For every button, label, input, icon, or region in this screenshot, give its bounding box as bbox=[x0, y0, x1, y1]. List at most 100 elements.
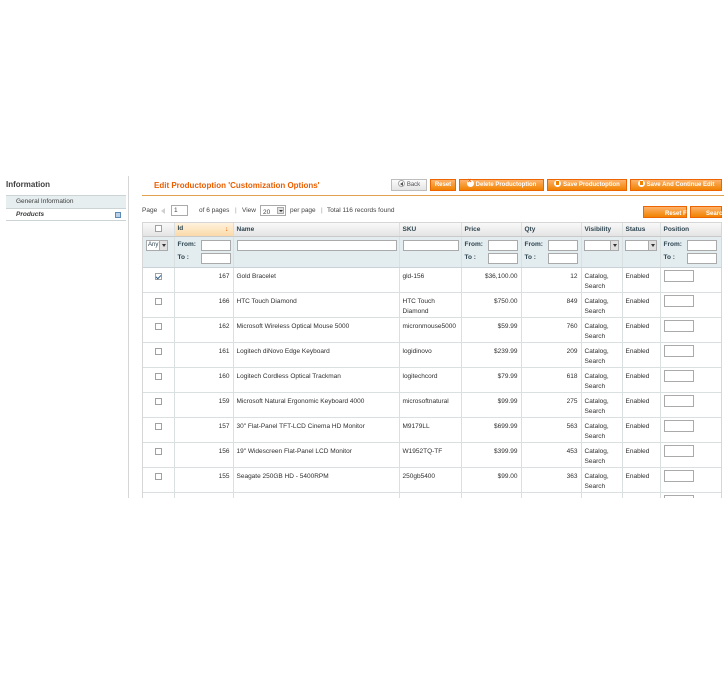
delete-productoption-button[interactable]: Delete Productoption bbox=[459, 177, 544, 191]
row-sku: micronmouse5000 bbox=[399, 317, 462, 343]
select-all-checkbox[interactable] bbox=[154, 225, 162, 233]
position-input[interactable] bbox=[663, 469, 694, 482]
table-row[interactable]: 154Seagate 500GB HD - 5400RPM500gb5400$2… bbox=[143, 492, 721, 498]
per-page-select[interactable]: 20 bbox=[260, 205, 286, 216]
row-checkbox[interactable] bbox=[154, 397, 162, 405]
header-id[interactable]: Id ↓ bbox=[174, 223, 234, 237]
row-checkbox[interactable] bbox=[154, 472, 162, 480]
products-grid: Id ↓ Name SKU Price Qty Visibility Status… bbox=[142, 222, 722, 498]
sidebar-title: Information bbox=[6, 180, 50, 189]
header-name[interactable]: Name bbox=[233, 223, 400, 237]
page-number-input[interactable]: 1 bbox=[171, 205, 188, 216]
row-position-cell bbox=[660, 367, 721, 393]
filter-sku-input[interactable] bbox=[402, 239, 459, 251]
row-sku: 250gb5400 bbox=[399, 467, 462, 493]
row-status: Enabled bbox=[622, 292, 661, 318]
page-title: Edit Productoption 'Customization Option… bbox=[154, 181, 320, 190]
table-row[interactable]: 155 Seagate 250GB HD - 5400RPM 250gb5400 $9… bbox=[143, 467, 721, 493]
table-row[interactable]: 160 Logitech Cordless Optical Trackman log… bbox=[143, 367, 721, 393]
filter-status-select[interactable] bbox=[624, 239, 657, 251]
per-page-value: 20 bbox=[263, 209, 271, 216]
filter-name-input[interactable] bbox=[236, 239, 397, 251]
filter-select-cell: Any bbox=[143, 236, 175, 268]
row-select-cell bbox=[143, 292, 175, 318]
filter-id-to-input[interactable] bbox=[200, 252, 231, 264]
filter-price-from-input[interactable] bbox=[487, 239, 518, 251]
position-input[interactable] bbox=[663, 369, 694, 382]
row-checkbox[interactable] bbox=[154, 372, 162, 380]
position-input[interactable] bbox=[663, 344, 694, 357]
row-checkbox[interactable] bbox=[154, 347, 162, 355]
position-input[interactable] bbox=[663, 294, 694, 307]
chevron-down-icon bbox=[277, 207, 284, 214]
row-visibility: Catalog, Search bbox=[581, 417, 623, 443]
row-checkbox[interactable] bbox=[154, 272, 162, 280]
filter-position-cell: From: To : bbox=[660, 236, 721, 268]
position-input[interactable] bbox=[663, 494, 694, 498]
row-select-cell bbox=[143, 442, 175, 468]
reset-filter-button[interactable]: Reset Filter bbox=[643, 206, 698, 218]
previous-page-icon[interactable] bbox=[161, 208, 165, 214]
header-select-all[interactable] bbox=[143, 223, 175, 237]
row-id: 161 bbox=[174, 342, 234, 368]
header-position[interactable]: Position bbox=[660, 223, 721, 237]
row-status: Enabled bbox=[622, 392, 661, 418]
table-row[interactable]: 161 Logitech diNovo Edge Keyboard logidino… bbox=[143, 342, 721, 368]
save-and-continue-button[interactable]: Save And Continue Edit bbox=[630, 179, 722, 191]
search-button[interactable]: Search bbox=[690, 206, 725, 218]
position-input[interactable] bbox=[663, 269, 694, 282]
table-row[interactable]: 162 Microsoft Wireless Optical Mouse 5000… bbox=[143, 317, 721, 343]
tab-products[interactable]: Products bbox=[6, 208, 126, 221]
row-name: Microsoft Natural Ergonomic Keyboard 400… bbox=[233, 392, 400, 418]
total-records: Total 116 records found bbox=[327, 207, 395, 214]
tab-general-information[interactable]: General Information bbox=[6, 195, 126, 208]
row-sku: M9179LL bbox=[399, 417, 462, 443]
filter-qty-from-input[interactable] bbox=[547, 239, 578, 251]
filter-qty-to-input[interactable] bbox=[547, 252, 578, 264]
of-pages-text: of 6 pages bbox=[199, 207, 230, 214]
row-checkbox[interactable] bbox=[154, 447, 162, 455]
position-input[interactable] bbox=[663, 444, 694, 457]
header-sku[interactable]: SKU bbox=[399, 223, 462, 237]
filter-position-to-input[interactable] bbox=[686, 252, 717, 264]
header-status[interactable]: Status bbox=[622, 223, 661, 237]
table-row[interactable]: 157 30" Flat-Panel TFT-LCD Cinema HD Moni… bbox=[143, 417, 721, 443]
filter-position-from-input[interactable] bbox=[686, 239, 717, 251]
reset-button[interactable]: Reset bbox=[430, 179, 456, 191]
row-id: 155 bbox=[174, 467, 234, 493]
per-page-text: per page bbox=[290, 207, 316, 214]
filter-id-from-input[interactable] bbox=[200, 239, 231, 251]
row-checkbox[interactable] bbox=[154, 497, 162, 498]
save-continue-button-label: Save And Continue Edit bbox=[646, 182, 715, 188]
header-price[interactable]: Price bbox=[461, 223, 522, 237]
row-position-cell bbox=[660, 442, 721, 468]
row-price: $399.99 bbox=[461, 442, 522, 468]
sidebar-tabs: General Information Products bbox=[6, 195, 126, 221]
row-checkbox[interactable] bbox=[154, 422, 162, 430]
back-button[interactable]: Back bbox=[391, 179, 427, 191]
row-price: $750.00 bbox=[461, 292, 522, 318]
table-row[interactable]: 166 HTC Touch Diamond HTC Touch Diamond $75… bbox=[143, 292, 721, 318]
row-name: 30" Flat-Panel TFT-LCD Cinema HD Monitor bbox=[233, 417, 400, 443]
grid-body: 167 Gold Bracelet gld-156 $36,100.00 12 Catal… bbox=[143, 267, 721, 498]
filter-price-to-input[interactable] bbox=[487, 252, 518, 264]
position-input[interactable] bbox=[663, 419, 694, 432]
row-select-cell bbox=[143, 317, 175, 343]
table-row[interactable]: 156 19" Widescreen Flat-Panel LCD Monitor… bbox=[143, 442, 721, 468]
grid-filter-row: Any From: To : From: To : From: To : Fro… bbox=[143, 236, 721, 268]
row-position-cell bbox=[660, 317, 721, 343]
row-id: 167 bbox=[174, 267, 234, 293]
filter-visibility-select[interactable] bbox=[583, 239, 619, 251]
header-visibility[interactable]: Visibility bbox=[581, 223, 623, 237]
row-checkbox[interactable] bbox=[154, 322, 162, 330]
in-products-select[interactable]: Any bbox=[146, 239, 168, 251]
save-productoption-button[interactable]: Save Productoption bbox=[547, 179, 627, 191]
position-input[interactable] bbox=[663, 319, 694, 332]
row-sku: HTC Touch Diamond bbox=[399, 292, 462, 318]
row-id: 156 bbox=[174, 442, 234, 468]
header-qty[interactable]: Qty bbox=[521, 223, 582, 237]
table-row[interactable]: 167 Gold Bracelet gld-156 $36,100.00 12 Catal… bbox=[143, 267, 721, 293]
position-input[interactable] bbox=[663, 394, 694, 407]
row-checkbox[interactable] bbox=[154, 297, 162, 305]
table-row[interactable]: 159 Microsoft Natural Ergonomic Keyboard … bbox=[143, 392, 721, 418]
